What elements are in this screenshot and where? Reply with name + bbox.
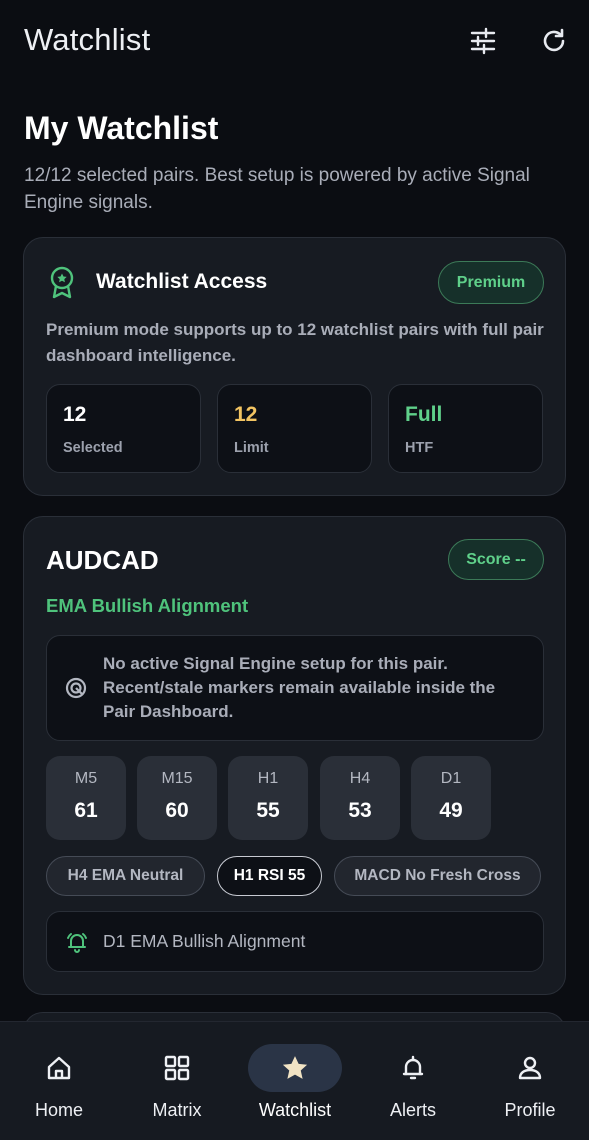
chip-macd-no-fresh-cross[interactable]: MACD No Fresh Cross [334, 856, 541, 896]
timeframe-label: M15 [161, 770, 193, 787]
timeframe-value: 60 [165, 799, 189, 822]
timeframe-value: 61 [74, 799, 98, 822]
timeframe-d1: D1 49 [411, 756, 491, 840]
timeframe-label: M5 [74, 770, 98, 787]
target-icon [64, 676, 88, 700]
nav-label: Matrix [152, 1100, 202, 1120]
premium-badge: Premium [438, 261, 544, 304]
chip-h4-ema-neutral[interactable]: H4 EMA Neutral [46, 856, 205, 896]
nav-matrix[interactable]: Matrix [118, 1022, 236, 1140]
timeframe-label: H1 [257, 770, 279, 787]
tune-icon[interactable] [468, 26, 498, 56]
timeframe-h4: H4 53 [320, 756, 400, 840]
nav-label: Profile [504, 1100, 556, 1120]
person-icon [515, 1053, 545, 1083]
stat-label: HTF [405, 440, 434, 456]
timeframe-value: 55 [256, 799, 280, 822]
grid-icon [162, 1053, 192, 1083]
timeframe-m15: M15 60 [137, 756, 217, 840]
award-icon [46, 265, 78, 299]
stat-selected: 12 Selected [46, 384, 201, 473]
timeframe-label: D1 [440, 770, 462, 787]
nav-label: Watchlist [258, 1100, 332, 1120]
nav-label: Home [34, 1100, 83, 1120]
nav-home[interactable]: Home [0, 1022, 118, 1140]
page-subtitle: 12/12 selected pairs. Best setup is powe… [24, 165, 530, 213]
no-setup-notice: No active Signal Engine setup for this p… [46, 635, 544, 741]
score-badge: Score -- [448, 539, 544, 580]
home-icon [44, 1053, 74, 1083]
page-title: My Watchlist [24, 110, 219, 146]
bell-icon [398, 1053, 428, 1083]
pair-card[interactable]: AUDCAD Score -- EMA Bullish Alignment No… [23, 516, 566, 995]
timeframe-m5: M5 61 [46, 756, 126, 840]
notice-text: No active Signal Engine setup for this p… [103, 654, 496, 721]
stat-limit: 12 Limit [217, 384, 372, 473]
stat-value: Full [405, 403, 443, 426]
stat-label: Selected [63, 440, 123, 456]
app-bar-title: Watchlist [24, 22, 151, 57]
stat-htf: Full HTF [388, 384, 543, 473]
watchlist-access-card: Watchlist Access Premium Premium mode su… [23, 237, 566, 496]
access-title: Watchlist Access [96, 270, 268, 293]
stat-value: 12 [63, 403, 87, 426]
timeframe-value: 53 [348, 799, 372, 822]
timeframe-value: 49 [439, 799, 463, 822]
alert-row[interactable]: D1 EMA Bullish Alignment [46, 911, 544, 972]
timeframe-label: H4 [349, 770, 371, 787]
nav-label: Alerts [389, 1100, 436, 1120]
app-root: Watchlist My Watchlist 12/12 selected pa… [0, 0, 589, 1140]
timeframe-h1: H1 55 [228, 756, 308, 840]
nav-alerts[interactable]: Alerts [354, 1022, 472, 1140]
refresh-icon[interactable] [539, 26, 569, 56]
top-app-bar: Watchlist [0, 0, 589, 86]
access-description: Premium mode supports up to 12 watchlist… [46, 320, 544, 365]
star-icon [280, 1053, 310, 1083]
bell-ring-icon [65, 930, 89, 954]
nav-watchlist[interactable]: Watchlist [236, 1022, 354, 1140]
pair-signal: EMA Bullish Alignment [46, 595, 249, 616]
nav-profile[interactable]: Profile [471, 1022, 589, 1140]
stat-value: 12 [234, 403, 258, 426]
alert-text: D1 EMA Bullish Alignment [103, 931, 306, 951]
bottom-navigation: Home Matrix Watchlist Alerts Profile [0, 1021, 589, 1140]
stat-label: Limit [234, 440, 269, 456]
chip-h1-rsi[interactable]: H1 RSI 55 [217, 856, 322, 896]
pair-name: AUDCAD [46, 545, 159, 575]
